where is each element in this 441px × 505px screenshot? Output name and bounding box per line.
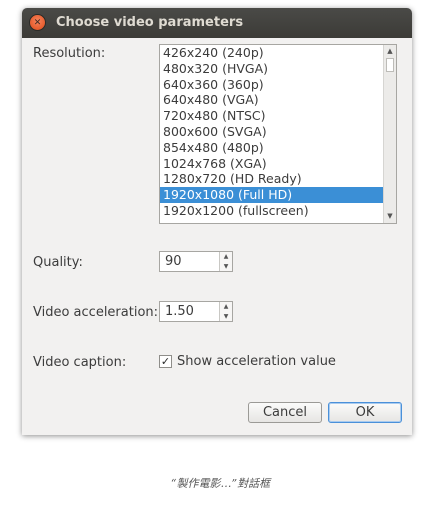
resolution-option[interactable]: 1024x768 (XGA) (160, 156, 384, 172)
quality-increment-icon[interactable]: ▲ (220, 252, 232, 261)
close-icon[interactable]: ✕ (30, 15, 45, 30)
resolution-option[interactable]: 640x360 (360p) (160, 77, 384, 93)
quality-value[interactable]: 90 (165, 254, 182, 269)
scrollbar-thumb[interactable] (386, 58, 394, 72)
resolution-option[interactable]: 720x480 (NTSC) (160, 108, 384, 124)
quality-label: Quality: (33, 255, 83, 270)
acceleration-increment-icon[interactable]: ▲ (220, 302, 232, 311)
resolution-option[interactable]: 1920x1200 (fullscreen) (160, 203, 384, 219)
video-caption-label: Video caption: (33, 355, 127, 370)
scroll-up-arrow-icon[interactable]: ▲ (384, 46, 396, 57)
resolution-options: 426x240 (240p) 480x320 (HVGA) 640x360 (360… (160, 45, 384, 219)
resolution-option[interactable]: 426x240 (240p) (160, 45, 384, 61)
figure-caption: “製作電影…”對話框 (170, 477, 271, 490)
resolution-option[interactable]: 854x480 (480p) (160, 140, 384, 156)
video-acceleration-value[interactable]: 1.50 (165, 304, 194, 319)
video-acceleration-label: Video acceleration: (33, 305, 159, 320)
video-acceleration-spinbox[interactable]: 1.50 ▲ ▼ (159, 301, 233, 322)
scroll-down-arrow-icon[interactable]: ▼ (384, 211, 396, 222)
quality-spinbox[interactable]: 90 ▲ ▼ (159, 251, 233, 272)
resolution-scrollbar[interactable]: ▲ ▼ (383, 45, 396, 223)
show-acceleration-checkbox[interactable]: ✓ (159, 355, 172, 368)
acceleration-spin-buttons: ▲ ▼ (219, 302, 232, 321)
resolution-label: Resolution: (33, 46, 106, 61)
acceleration-decrement-icon[interactable]: ▼ (220, 312, 232, 321)
title-bar: ✕ Choose video parameters (22, 8, 412, 38)
cancel-button[interactable]: Cancel (248, 402, 322, 423)
resolution-option[interactable]: 800x600 (SVGA) (160, 124, 384, 140)
dialog-title: Choose video parameters (56, 15, 244, 30)
resolution-option[interactable]: 1920x1080 (Full HD) (160, 187, 384, 203)
quality-spin-buttons: ▲ ▼ (219, 252, 232, 271)
ok-button[interactable]: OK (328, 402, 402, 423)
quality-decrement-icon[interactable]: ▼ (220, 262, 232, 271)
resolution-list[interactable]: 426x240 (240p) 480x320 (HVGA) 640x360 (360… (159, 44, 397, 224)
resolution-option[interactable]: 1280x720 (HD Ready) (160, 171, 384, 187)
choose-video-parameters-dialog: ✕ Choose video parameters Resolution: 42… (22, 8, 412, 435)
resolution-option[interactable]: 480x320 (HVGA) (160, 61, 384, 77)
show-acceleration-label[interactable]: Show acceleration value (177, 354, 336, 369)
resolution-option[interactable]: 640x480 (VGA) (160, 92, 384, 108)
